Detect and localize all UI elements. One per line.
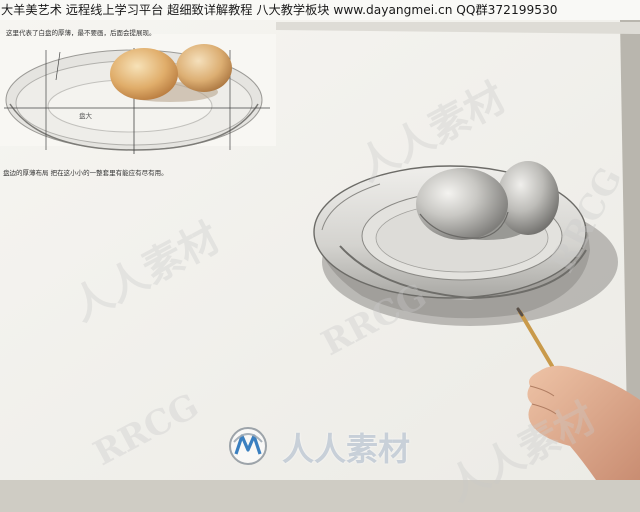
drawing-scene: 大羊美艺术 远程线上学习平台 超细致详解教程 八大教学板块 www.dayang… — [0, 0, 640, 510]
reference-bottom-note: 盘边的厚薄布局 把在这小小的一整套里有能应有尽有用。 — [3, 169, 168, 177]
header-banner: 大羊美艺术 远程线上学习平台 超细致详解教程 八大教学板块 www.dayang… — [0, 0, 640, 20]
logo-text: 人人素材 — [282, 430, 411, 468]
rrcg-logo-icon — [229, 427, 267, 465]
reference-top-note: 这里代表了白盘的厚薄，最不要画，后面会提展现。 — [6, 29, 156, 37]
reference-photo: 这里代表了白盘的厚薄，最不要画，后面会提展现。 盘大 盘边的厚薄布局 把在这小小… — [0, 20, 276, 182]
reference-plate-label: 盘大 — [79, 112, 92, 120]
